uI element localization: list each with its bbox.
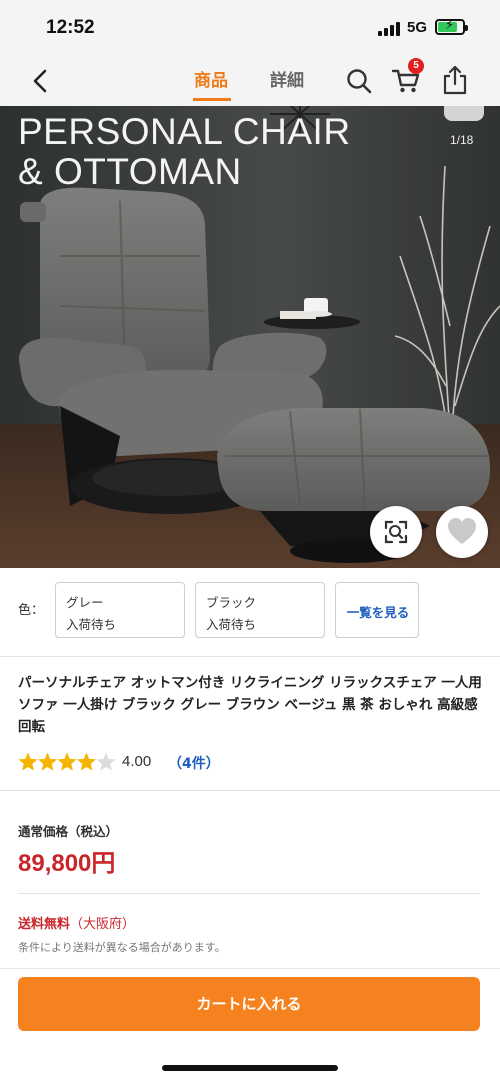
star-icon [57, 752, 77, 771]
rating-stars [18, 752, 116, 771]
shipping-region: （大阪府） [70, 917, 136, 932]
bottom-bar: カートに入れる [0, 968, 500, 1080]
view-all-colors-button[interactable]: 一覧を見る [335, 582, 419, 638]
review-count-link[interactable]: （4件） [168, 753, 220, 773]
view-all-label: 一覧を見る [346, 605, 410, 620]
rating-value: 4.00 [122, 753, 152, 770]
star-icon [18, 752, 38, 771]
tab-product[interactable]: 商品 [194, 66, 228, 91]
product-image[interactable]: PERSONAL CHAIR & OTTOMAN 1/18 [0, 106, 500, 568]
free-shipping-label: 送料無料 [18, 917, 71, 932]
search-icon[interactable] [344, 66, 374, 96]
color-option-black[interactable]: ブラック 入荷待ち [195, 582, 325, 638]
heart-icon [448, 518, 476, 544]
color-option-name: ブラック [206, 595, 257, 610]
back-icon[interactable] [26, 66, 56, 96]
hero-title-line2: & OTTOMAN [18, 151, 242, 192]
status-time: 12:52 [46, 17, 95, 38]
gallery-toggle[interactable] [444, 106, 484, 121]
shipping-info: 送料無料（大阪府） [18, 913, 135, 932]
star-icon [96, 752, 116, 771]
price-label: 通常価格（税込） [18, 824, 119, 839]
nav-bar: 商品 詳細 5 [0, 56, 500, 106]
image-search-button[interactable] [370, 506, 422, 558]
product-title: パーソナルチェア オットマン付き リクライニング リラックスチェア 一人用 ソフ… [18, 675, 482, 735]
signal-icon [378, 22, 402, 36]
add-to-cart-button[interactable]: カートに入れる [18, 977, 480, 1031]
price-value: 89,800円 [18, 850, 116, 877]
scan-search-icon [384, 520, 408, 544]
shipping-note: 条件により送料が異なる場合があります。 [18, 941, 226, 954]
divider [18, 893, 480, 894]
star-icon [76, 752, 97, 771]
battery-icon: ⚡ [435, 18, 468, 35]
color-label: 色： [18, 603, 45, 618]
color-option-gray[interactable]: グレー 入荷待ち [55, 582, 185, 638]
color-option-stock: 入荷待ち [206, 617, 257, 632]
home-indicator [162, 1065, 338, 1071]
divider [0, 790, 500, 791]
tab-detail[interactable]: 詳細 [270, 66, 304, 91]
color-option-stock: 入荷待ち [66, 617, 117, 632]
tab-active-indicator [193, 98, 231, 101]
cart-badge: 5 [408, 58, 424, 74]
hero-title-line1: PERSONAL CHAIR [18, 111, 351, 152]
divider [0, 656, 500, 657]
hero-title: PERSONAL CHAIR & OTTOMAN [18, 112, 351, 192]
color-selector: 色： グレー 入荷待ち ブラック 入荷待ち 一覧を見る [0, 568, 500, 656]
share-icon[interactable] [440, 64, 470, 96]
status-bar: 12:52 5G ⚡ [0, 0, 500, 56]
network-label: 5G [407, 19, 428, 36]
image-counter: 1/18 [450, 133, 474, 147]
star-icon [37, 752, 58, 771]
favorite-button[interactable] [436, 506, 488, 558]
color-option-name: グレー [66, 595, 104, 610]
